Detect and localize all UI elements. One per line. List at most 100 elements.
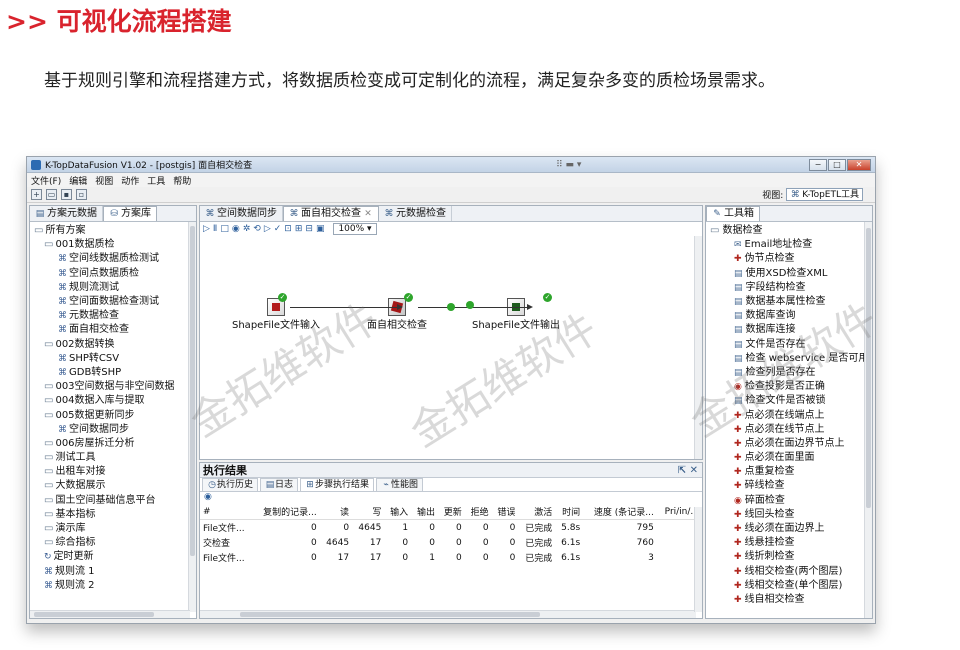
tool-item[interactable]: ✚ 伪节点检查 [710, 252, 872, 266]
save-icon[interactable]: ▪ [61, 189, 72, 200]
tab-exec-history[interactable]: ◷执行历史 [202, 478, 259, 491]
tree-node[interactable]: ⌘ 空间面数据检查测试 [34, 295, 196, 309]
preview-icon[interactable]: ◉ [232, 224, 240, 234]
tool-category[interactable]: ▭ 数据检查 [710, 224, 872, 238]
replay-icon[interactable]: ⟲ [253, 224, 261, 234]
tree-node[interactable]: ▭ 002数据转换 [34, 338, 196, 352]
column-header[interactable]: 更新 [437, 504, 465, 520]
impact-icon[interactable]: ⊡ [284, 224, 292, 234]
tree-node[interactable]: ↻ 定时更新 [34, 550, 196, 564]
column-header[interactable]: 写 [352, 504, 385, 520]
table-row[interactable]: 交检查046451700000已完成6.1s760- [200, 535, 702, 550]
tree-node[interactable]: ⌘ 元数据检查 [34, 309, 196, 323]
tree-node[interactable]: ⌘ 空间线数据质检测试 [34, 252, 196, 266]
tab-spatial-sync[interactable]: ⌘ 空间数据同步 [200, 206, 283, 221]
horizontal-scrollbar[interactable] [30, 610, 190, 618]
toolbox-vertical-scrollbar[interactable] [864, 222, 872, 618]
column-header[interactable]: 速度 (条记录... [583, 504, 657, 520]
tool-item[interactable]: ✚ 线折刺检查 [710, 550, 872, 564]
sql-icon[interactable]: ⊞ [295, 224, 303, 234]
new-icon[interactable]: + [31, 189, 42, 200]
tool-item[interactable]: ✚ 线必须在面边界上 [710, 522, 872, 536]
tree-node[interactable]: ▭ 001数据质检 [34, 238, 196, 252]
tab-polygon-self-intersect[interactable]: ⌘ 面自相交检查 ✕ [283, 206, 379, 221]
menu-action[interactable]: 动作 [121, 174, 139, 187]
hop-connector[interactable] [418, 307, 530, 308]
tool-item[interactable]: ✉ Email地址检查 [710, 238, 872, 252]
tree-node[interactable]: ⌘ 空间数据同步 [34, 423, 196, 437]
menu-edit[interactable]: 编辑 [69, 174, 87, 187]
menu-file[interactable]: 文件(F) [31, 174, 61, 187]
tree-node[interactable]: ▭ 测试工具 [34, 451, 196, 465]
tool-item[interactable]: ◉ 碎面检查 [710, 494, 872, 508]
perspective-button[interactable]: ⌘ K-TopETL工具 [786, 188, 863, 201]
tree-node[interactable]: ⌘ GDB转SHP [34, 366, 196, 380]
tree-node[interactable]: ▭ 大数据展示 [34, 479, 196, 493]
column-header[interactable]: # [200, 504, 254, 520]
zoom-select[interactable]: 100% ▾ [333, 223, 377, 235]
tree-node[interactable]: ▭ 国土空间基础信息平台 [34, 494, 196, 508]
minimize-button[interactable]: − [809, 159, 827, 171]
tab-metadata-check[interactable]: ⌘ 元数据检查 [379, 206, 452, 221]
column-header[interactable]: 复制的记录... [253, 504, 320, 520]
tool-item[interactable]: ✚ 线相交检查(两个图层) [710, 565, 872, 579]
maximize-view-icon[interactable]: ⇱ ✕ [678, 463, 698, 478]
tab-log[interactable]: ▤日志 [260, 478, 299, 491]
menu-tools[interactable]: 工具 [147, 174, 165, 187]
column-header[interactable]: 读 [319, 504, 353, 520]
maximize-button[interactable]: □ [828, 159, 846, 171]
results-vertical-scrollbar[interactable] [694, 507, 702, 612]
close-tab-icon[interactable]: ✕ [363, 207, 373, 221]
tool-item[interactable]: ✚ 点必须在面边界节点上 [710, 437, 872, 451]
tool-item[interactable]: ✚ 线回头检查 [710, 508, 872, 522]
eye-icon[interactable]: ◉ [200, 492, 702, 504]
tree-node[interactable]: ⌘ 规则流 2 [34, 579, 196, 593]
tree-node[interactable]: ⌘ 规则流 1 [34, 565, 196, 579]
open-icon[interactable]: ▭ [46, 189, 57, 200]
tree-node[interactable]: ▭ 出租车对接 [34, 465, 196, 479]
tree-node[interactable]: ⌘ SHP转CSV [34, 352, 196, 366]
menu-help[interactable]: 帮助 [173, 174, 191, 187]
tab-toolbox[interactable]: ✎ 工具箱 [706, 206, 760, 221]
column-header[interactable]: 输入 [384, 504, 412, 520]
tool-item[interactable]: ✚ 线悬挂检查 [710, 536, 872, 550]
tab-perf-chart[interactable]: ⌁ 性能图 [376, 478, 424, 491]
menu-view[interactable]: 视图 [95, 174, 113, 187]
tree-node[interactable]: ▭ 005数据更新同步 [34, 408, 196, 422]
save-as-icon[interactable]: ▫ [76, 189, 87, 200]
tab-scheme-library[interactable]: ⛁ 方案库 [103, 206, 157, 221]
tree-node[interactable]: ▭ 所有方案 [34, 224, 196, 238]
perspective-grip[interactable]: ⠿ ▬ ▾ [556, 160, 581, 170]
explore-icon[interactable]: ⊟ [305, 224, 313, 234]
layout-icon[interactable]: ▣ [316, 224, 325, 234]
tree-node[interactable]: ▭ 基本指标 [34, 508, 196, 522]
table-row[interactable]: File文件...0171701000已完成6.1s3- [200, 550, 702, 565]
tool-item[interactable]: ✚ 点必须在面里面 [710, 451, 872, 465]
tree-node[interactable]: ▭ 003空间数据与非空间数据 [34, 380, 196, 394]
tool-item[interactable]: ✚ 点重复检查 [710, 465, 872, 479]
column-header[interactable]: 时间 [555, 504, 584, 520]
tree-node[interactable]: ⌘ 空间点数据质检 [34, 267, 196, 281]
tab-scheme-metadata[interactable]: ▤ 方案元数据 [30, 206, 103, 221]
pause-icon[interactable]: Ⅱ [213, 224, 217, 234]
step-run-icon[interactable]: ▷ [264, 224, 271, 234]
column-header[interactable]: 输出 [411, 504, 438, 520]
column-header[interactable]: 激活 [518, 504, 556, 520]
column-header[interactable]: 拒绝 [464, 504, 492, 520]
close-button[interactable]: ✕ [847, 159, 871, 171]
debug-icon[interactable]: ✲ [243, 224, 251, 234]
tree-node[interactable]: ▭ 演示库 [34, 522, 196, 536]
table-row[interactable]: File文件...00464510000已完成5.8s795- [200, 520, 702, 536]
tree-node[interactable]: ⌘ 面自相交检查 [34, 323, 196, 337]
tree-node[interactable]: ▭ 006房屋拆迁分析 [34, 437, 196, 451]
run-icon[interactable]: ▷ [203, 224, 210, 234]
stop-icon[interactable]: □ [220, 224, 229, 234]
tree-node[interactable]: ⌘ 规则流测试 [34, 281, 196, 295]
results-horizontal-scrollbar[interactable] [200, 610, 696, 618]
tool-item[interactable]: ✚ 碎线检查 [710, 479, 872, 493]
tool-item[interactable]: ✚ 线自相交检查 [710, 593, 872, 607]
tool-item[interactable]: ▤ 使用XSD检查XML [710, 267, 872, 281]
verify-icon[interactable]: ✓ [274, 224, 282, 234]
tree-node[interactable]: ▭ 综合指标 [34, 536, 196, 550]
column-header[interactable]: 错误 [491, 504, 519, 520]
